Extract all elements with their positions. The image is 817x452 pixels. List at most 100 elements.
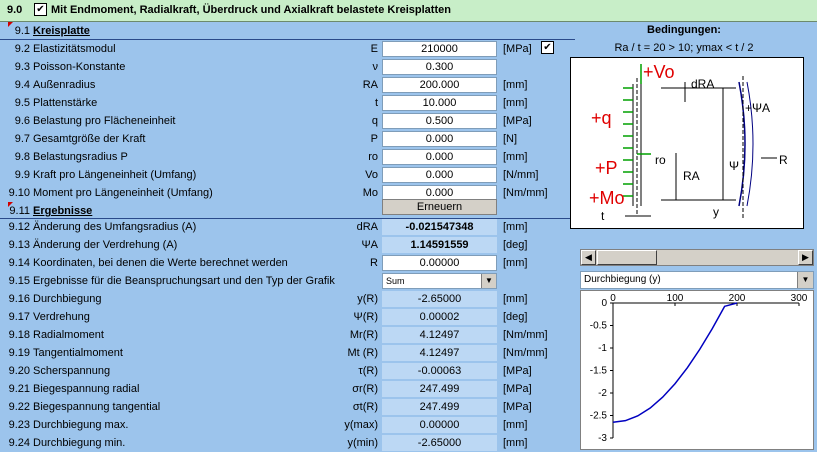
section-header: 9.0 ✔ Mit Endmoment, Radialkraft, Überdr… — [0, 0, 817, 22]
y-tick-label: -2.5 — [590, 411, 608, 422]
row-number: 9.13 — [8, 239, 30, 251]
row-symbol: Mt (R) — [347, 347, 378, 359]
row-symbol: y(min) — [347, 437, 378, 449]
scroll-right-icon[interactable]: ▶ — [798, 250, 813, 265]
row-symbol: RA — [362, 79, 378, 91]
row-number: 9.1 — [14, 25, 30, 37]
result-value: 247.499 — [382, 399, 497, 415]
row-unit: [mm] — [503, 221, 528, 233]
scroll-thumb[interactable] — [597, 250, 657, 265]
value-input[interactable]: 0.000 — [382, 131, 497, 147]
graph-type-select[interactable]: Sum ▼ — [382, 273, 497, 289]
y-label: y — [713, 205, 719, 219]
value-input[interactable]: 10.000 — [382, 95, 497, 111]
inputs-row: 9.8 Belastungsradius P ro 0.000 [mm] — [0, 148, 575, 166]
row-symbol: E — [370, 43, 378, 55]
row-unit: [MPa] — [503, 115, 532, 127]
row-symbol: Vo — [365, 169, 378, 181]
results-row: 9.12 Änderung des Umfangsradius (A) dRA -0.… — [0, 218, 575, 236]
row-label: Belastung pro Flächeneinheit — [33, 115, 176, 127]
row-unit: [N/mm] — [503, 169, 539, 181]
row-unit: [MPa] — [503, 43, 532, 55]
row-label: Radialmoment — [33, 329, 104, 341]
section-label: Kreisplatte — [33, 25, 90, 37]
row-number: 9.24 — [8, 437, 30, 449]
row-label: Ergebnisse für die Beanspruchungsart und… — [33, 275, 335, 287]
graph-type-row: 9.15 Ergebnisse für die Beanspruchungsar… — [0, 272, 575, 290]
row-label: Außenradius — [33, 79, 96, 91]
row-label: Biegespannung tangential — [33, 401, 161, 413]
row-label: Änderung der Verdrehung (A) — [33, 239, 178, 251]
row-number: 9.16 — [8, 293, 30, 305]
inputs-row: 9.5 Plattenstärke t 10.000 [mm] — [0, 94, 575, 112]
result-value: 4.12497 — [382, 345, 497, 361]
t-label: t — [601, 209, 605, 223]
value-input[interactable]: 0.00000 — [382, 255, 497, 271]
unit-checkbox[interactable]: ✔ — [541, 41, 554, 54]
outputs-row: 9.20 Scherspannung τ(R) -0.00063 [MPa] — [0, 362, 575, 380]
row-symbol: ν — [372, 61, 379, 73]
outputs-row: 9.18 Radialmoment Mr(R) 4.12497 [Nm/mm] — [0, 326, 575, 344]
row-symbol: t — [374, 97, 378, 109]
r-label: R — [779, 153, 788, 167]
value-input[interactable]: 200.000 — [382, 77, 497, 93]
inputs-row: 9.3 Poisson-Konstante ν 0.300 — [0, 58, 575, 76]
row-number: 9.18 — [8, 329, 30, 341]
row-number: 9.7 — [14, 133, 30, 145]
section-checkbox[interactable]: ✔ — [34, 3, 47, 16]
dra-label: dRA — [691, 77, 714, 91]
row-label: Durchbiegung — [33, 293, 102, 305]
row-label: Biegespannung radial — [33, 383, 140, 395]
chevron-down-icon[interactable]: ▼ — [481, 274, 496, 288]
row-number: 9.23 — [8, 419, 30, 431]
q-label: +q — [591, 108, 612, 128]
row-symbol: q — [371, 115, 378, 127]
row-label: Poisson-Konstante — [33, 61, 126, 73]
row-symbol: Ψ(R) — [353, 311, 378, 323]
result-value: -0.00063 — [382, 363, 497, 379]
row-symbol: τ(R) — [358, 365, 378, 377]
chevron-down-icon[interactable]: ▼ — [797, 272, 813, 288]
row-number: 9.9 — [14, 169, 30, 181]
row-label: Belastungsradius P — [33, 151, 128, 163]
row-unit: [mm] — [503, 437, 528, 449]
row-number: 9.12 — [8, 221, 30, 233]
outputs-row: 9.17 Verdrehung Ψ(R) 0.00002 [deg] — [0, 308, 575, 326]
outputs-row: 9.23 Durchbiegung max. y(max) 0.00000 [mm] — [0, 416, 575, 434]
row-label: Elastizitätsmodul — [33, 43, 116, 55]
result-value: 247.499 — [382, 381, 497, 397]
value-input[interactable]: 0.000 — [382, 167, 497, 183]
value-input[interactable]: 0.300 — [382, 59, 497, 75]
x-tick-label: 0 — [610, 293, 616, 304]
result-value: 4.12497 — [382, 327, 497, 343]
value-input[interactable]: 210000 — [382, 41, 497, 57]
y-tick-label: -3 — [598, 433, 607, 444]
row-label: Tangentialmoment — [33, 347, 123, 359]
row-number: 9.20 — [8, 365, 30, 377]
row-number: 9.5 — [14, 97, 30, 109]
conditions-title: Bedingungen: — [647, 24, 721, 36]
psia-label: +ΨA — [745, 101, 770, 115]
chart-type-select[interactable]: Durchbiegung (y) ▼ — [580, 271, 814, 289]
deflection-chart: 0 100 200 300 0 -0.5 -1 -1.5 -2 -2.5 -3 — [580, 290, 814, 450]
inputs-row: 9.9 Kraft pro Längeneinheit (Umfang) Vo 0.0… — [0, 166, 575, 184]
row-number: 9.22 — [8, 401, 30, 413]
value-input[interactable]: 0.000 — [382, 149, 497, 165]
row-unit: [mm] — [503, 257, 528, 269]
row-label: Verdrehung — [33, 311, 90, 323]
value-input[interactable]: 0.500 — [382, 113, 497, 129]
outputs-row: 9.19 Tangentialmoment Mt (R) 4.12497 [Nm/mm] — [0, 344, 575, 362]
results-row: 9.13 Änderung der Verdrehung (A) ΨA 1.14591… — [0, 236, 575, 254]
y-tick-label: 0 — [601, 298, 607, 309]
horizontal-scrollbar[interactable]: ◀ ▶ — [580, 249, 814, 266]
section-label: Ergebnisse — [33, 205, 93, 217]
y-tick-label: -0.5 — [590, 321, 608, 332]
outputs-row: 9.16 Durchbiegung y(R) -2.65000 [mm] — [0, 290, 575, 308]
conditions-text: Ra / t = 20 > 10; ymax < t / 2 — [614, 42, 754, 54]
row-unit: [mm] — [503, 97, 528, 109]
row-number: 9.3 — [14, 61, 30, 73]
ra-label: RA — [683, 169, 700, 183]
scroll-left-icon[interactable]: ◀ — [581, 250, 596, 265]
inputs-row: 9.6 Belastung pro Flächeneinheit q 0.500 [MP… — [0, 112, 575, 130]
row-number: 9.2 — [14, 43, 30, 55]
